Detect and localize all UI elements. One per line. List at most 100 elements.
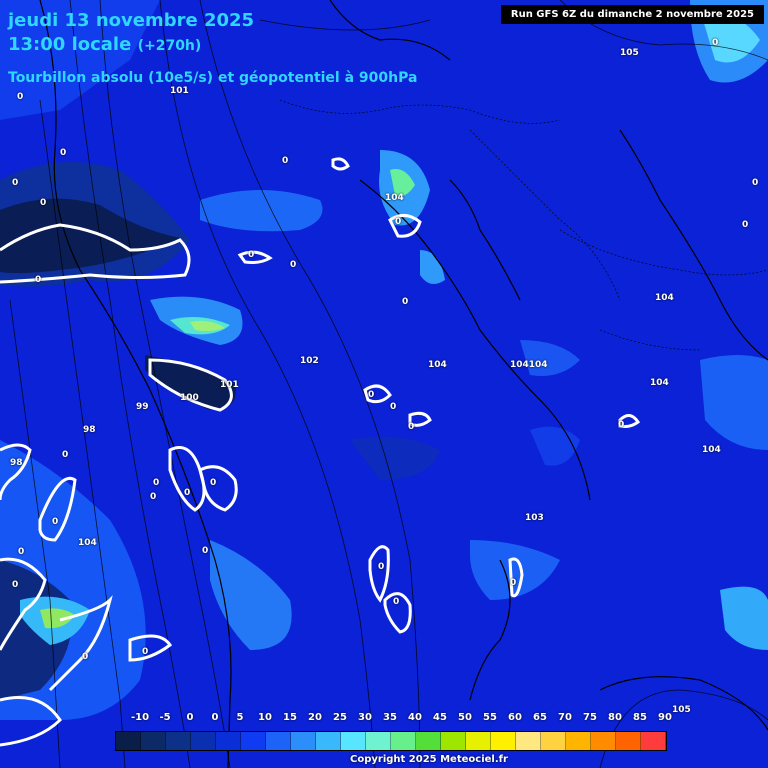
contour-label: 102 <box>300 356 319 366</box>
zero-label: 0 <box>368 390 375 400</box>
zero-label: 0 <box>18 547 25 557</box>
legend-label: -10 <box>130 712 150 723</box>
zero-label: 0 <box>742 220 749 230</box>
legend-swatch <box>516 732 541 750</box>
contour-label: 98 <box>10 458 23 468</box>
legend-swatch <box>241 732 266 750</box>
zero-label: 0 <box>290 260 297 270</box>
legend-swatch <box>441 732 466 750</box>
zero-label: 0 <box>282 156 289 166</box>
zero-label: 0 <box>60 148 67 158</box>
contour-label: 104 <box>78 538 97 548</box>
contour-label: 104 <box>702 445 721 455</box>
contour-label: 101 <box>220 380 239 390</box>
forecast-time: 13:00 locale (+270h) <box>8 34 201 55</box>
zero-label: 0 <box>52 517 59 527</box>
legend-label: 65 <box>533 712 547 723</box>
legend-label: 15 <box>283 712 297 723</box>
zero-label: 0 <box>202 546 209 556</box>
legend-label: -5 <box>159 712 171 723</box>
zero-label: 0 <box>12 178 19 188</box>
contour-label: 98 <box>83 425 96 435</box>
zero-label: 0 <box>402 297 409 307</box>
copyright: Copyright 2025 Meteociel.fr <box>350 754 508 765</box>
product-title: Tourbillon absolu (10e5/s) et géopotenti… <box>8 70 418 86</box>
legend-swatch <box>616 732 641 750</box>
run-info-badge: Run GFS 6Z du dimanche 2 novembre 2025 <box>500 5 764 24</box>
zero-label: 0 <box>393 597 400 607</box>
contour-label: 100 <box>180 393 199 403</box>
contour-label: 105 <box>620 48 639 58</box>
zero-label: 0 <box>408 422 415 432</box>
local-time: 13:00 locale <box>8 34 132 55</box>
legend-label: 20 <box>308 712 322 723</box>
zero-label: 0 <box>184 488 191 498</box>
legend-label: 35 <box>383 712 397 723</box>
legend-label: 85 <box>633 712 647 723</box>
legend-label: 0 <box>211 712 219 723</box>
zero-label: 0 <box>35 275 42 285</box>
legend-swatch <box>291 732 316 750</box>
zero-label: 0 <box>62 450 69 460</box>
zero-label: 0 <box>17 92 24 102</box>
zero-label: 0 <box>12 580 19 590</box>
legend-swatch <box>641 732 666 750</box>
contour-label: 104 <box>655 293 674 303</box>
legend-swatch <box>141 732 166 750</box>
zero-label: 0 <box>752 178 759 188</box>
zero-label: 0 <box>82 652 89 662</box>
legend-label: 40 <box>408 712 422 723</box>
legend-label: 60 <box>508 712 522 723</box>
legend-swatch <box>216 732 241 750</box>
legend-swatch <box>416 732 441 750</box>
zero-label: 0 <box>618 420 625 430</box>
forecast-hour: (+270h) <box>137 38 202 54</box>
weather-map: jeudi 13 novembre 2025 13:00 locale (+27… <box>0 0 768 768</box>
legend-swatch <box>366 732 391 750</box>
zero-label: 0 <box>510 578 517 588</box>
color-legend-bar <box>115 731 667 751</box>
contour-label: 104104 <box>510 360 548 370</box>
zero-label: 0 <box>712 38 719 48</box>
zero-label: 0 <box>390 402 397 412</box>
legend-swatch <box>541 732 566 750</box>
legend-label: 90 <box>658 712 672 723</box>
contour-label: 101 <box>170 86 189 96</box>
legend-label: 10 <box>258 712 272 723</box>
legend-label: 80 <box>608 712 622 723</box>
legend-label: 0 <box>186 712 194 723</box>
contour-label: 104 <box>385 193 404 203</box>
legend-swatch <box>391 732 416 750</box>
zero-label: 0 <box>248 250 255 260</box>
legend-swatch <box>566 732 591 750</box>
zero-label: 0 <box>210 478 217 488</box>
legend-label: 30 <box>358 712 372 723</box>
legend-label: 45 <box>433 712 447 723</box>
legend-label: 70 <box>558 712 572 723</box>
legend-swatch <box>316 732 341 750</box>
legend-swatch <box>266 732 291 750</box>
contour-label: 99 <box>136 402 149 412</box>
legend-swatch <box>166 732 191 750</box>
legend-swatch <box>116 732 141 750</box>
zero-label: 0 <box>378 562 385 572</box>
legend-swatch <box>591 732 616 750</box>
contour-label: 104 <box>650 378 669 388</box>
legend-label: 50 <box>458 712 472 723</box>
legend-swatch <box>191 732 216 750</box>
legend-label: 75 <box>583 712 597 723</box>
zero-label: 0 <box>153 478 160 488</box>
legend-label: 5 <box>236 712 244 723</box>
legend-swatch <box>466 732 491 750</box>
legend-swatch <box>491 732 516 750</box>
legend-label: 25 <box>333 712 347 723</box>
contour-label: 103 <box>525 513 544 523</box>
zero-label: 0 <box>40 198 47 208</box>
zero-label: 0 <box>142 647 149 657</box>
legend-label: 55 <box>483 712 497 723</box>
zero-label: 0 <box>395 217 402 227</box>
forecast-date: jeudi 13 novembre 2025 <box>8 10 255 31</box>
zero-label: 0 <box>150 492 157 502</box>
legend-swatch <box>341 732 366 750</box>
contour-label: 104 <box>428 360 447 370</box>
